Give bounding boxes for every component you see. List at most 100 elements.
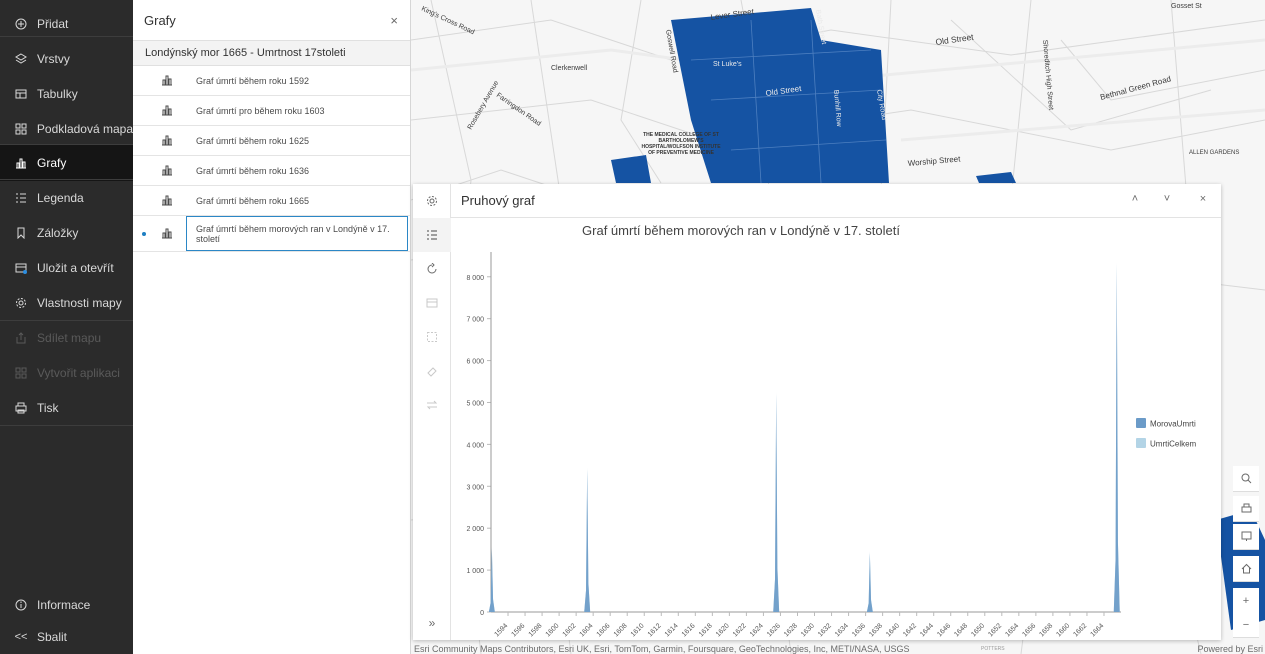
x-tick-label: 1636: [851, 622, 867, 638]
collapse-up-button[interactable]: ˄: [1127, 193, 1143, 209]
nav-item-basemap[interactable]: Podkladová mapa: [0, 111, 133, 147]
x-tick-label: 1658: [1038, 622, 1054, 638]
area-peak-MorovaUmrti: [584, 469, 591, 612]
refresh-icon[interactable]: [413, 252, 451, 286]
x-tick-label: 1630: [800, 622, 816, 638]
nav-item-label: Přidat: [37, 17, 69, 31]
map-label: Clerkenwell: [551, 65, 588, 72]
chart-list-item[interactable]: Graf úmrtí během roku 1636: [133, 156, 410, 186]
x-tick-label: 1646: [936, 622, 952, 638]
nav-item-label: Vrstvy: [37, 52, 70, 66]
bar-chart-icon: [161, 74, 173, 88]
chart-settings-gear-icon[interactable]: [413, 184, 451, 218]
nav-item-chart[interactable]: Grafy: [0, 145, 133, 181]
zoom-in-button[interactable]: +: [1233, 588, 1259, 614]
close-icon[interactable]: ×: [390, 13, 398, 28]
nav-item-apps: Vytvořit aplikaci: [0, 355, 133, 391]
map-label: ALLEN GARDENS: [1189, 150, 1239, 156]
map-label: Bethnal Green Road: [1099, 74, 1172, 102]
nav-item-print[interactable]: Tisk: [0, 390, 133, 426]
table-icon: [14, 87, 28, 101]
nav-item-label: Legenda: [37, 191, 84, 205]
search-icon[interactable]: [1233, 466, 1259, 492]
y-tick-label: 7 000: [466, 317, 484, 324]
nav-item-label: Tabulky: [37, 87, 78, 101]
chart-list-item[interactable]: Graf úmrtí během roku 1592: [133, 66, 410, 96]
nav-item-legend[interactable]: Legenda: [0, 180, 133, 216]
powered-by-esri[interactable]: Powered by Esri: [1197, 644, 1263, 654]
map-label: Old Street: [935, 32, 975, 47]
print-icon: [14, 401, 28, 415]
chart-list-item[interactable]: Graf úmrtí během roku 1665: [133, 186, 410, 216]
y-tick-label: 3 000: [466, 484, 484, 491]
y-tick-label: 5 000: [466, 400, 484, 407]
chart-window-header: Pruhový graf: [451, 184, 1221, 218]
apps-icon: [14, 366, 28, 380]
charts-panel: Grafy × Londýnský mor 1665 - Umrtnost 17…: [133, 0, 411, 654]
chart-area[interactable]: Graf úmrtí během morových ran v Londýně …: [451, 218, 1221, 640]
nav-footer-collapse[interactable]: << Sbalit: [0, 619, 133, 654]
chart-list-icon[interactable]: [413, 218, 451, 252]
chart-list-item[interactable]: Graf úmrtí pro během roku 1603: [133, 96, 410, 126]
chart-close-button[interactable]: ×: [1195, 193, 1211, 209]
x-tick-label: 1612: [647, 622, 663, 638]
x-tick-label: 1654: [1004, 622, 1020, 638]
x-tick-label: 1598: [528, 622, 544, 638]
x-tick-label: 1640: [885, 622, 901, 638]
collapse-icon: <<: [14, 631, 28, 643]
map-attribution[interactable]: Esri Community Maps Contributors, Esri U…: [414, 644, 910, 654]
x-tick-label: 1614: [664, 622, 680, 638]
area-peak-MorovaUmrti: [1113, 264, 1120, 612]
chart-list-item[interactable]: Graf úmrtí během morových ran v Londýně …: [133, 216, 410, 252]
home-icon[interactable]: [1233, 556, 1259, 582]
x-tick-label: 1626: [766, 622, 782, 638]
nav-item-save[interactable]: Uložit a otevřít: [0, 250, 133, 286]
x-tick-label: 1650: [970, 622, 986, 638]
eraser-icon: [413, 354, 451, 388]
nav-item-bookmark[interactable]: Záložky: [0, 215, 133, 251]
area-peak-MorovaUmrti: [866, 553, 873, 612]
expand-toolbar-button[interactable]: »: [413, 606, 451, 640]
x-tick-label: 1610: [630, 622, 646, 638]
gear-icon: [14, 296, 28, 310]
map-label: POTTERS: [981, 646, 1005, 652]
zoom-out-button[interactable]: −: [1233, 612, 1259, 638]
x-tick-label: 1652: [987, 622, 1003, 638]
nav-item-label: Uložit a otevřít: [37, 261, 114, 275]
nav-footer-label: Informace: [37, 598, 91, 612]
side-navigation: Přidat Vrstvy Tabulky Podkladová mapa Grafy L…: [0, 0, 133, 654]
table-view-icon: [413, 286, 451, 320]
collapse-down-button[interactable]: ˅: [1159, 193, 1175, 209]
nav-footer-label: Sbalit: [37, 630, 68, 644]
nav-item-gear[interactable]: Vlastnosti mapy: [0, 285, 133, 321]
print-map-icon[interactable]: [1233, 496, 1259, 522]
chart-icon: [14, 156, 28, 170]
y-tick-label: 6 000: [466, 359, 484, 366]
x-tick-label: 1618: [698, 622, 714, 638]
nav-divider: [0, 36, 133, 37]
x-tick-label: 1624: [749, 622, 765, 638]
bar-chart-icon: [161, 194, 173, 208]
selected-dot: [142, 231, 146, 236]
nav-item-table[interactable]: Tabulky: [0, 76, 133, 112]
nav-item-share: Sdílet mapu: [0, 320, 133, 356]
chart-window-title: Pruhový graf: [461, 193, 535, 208]
nav-item-layers[interactable]: Vrstvy: [0, 41, 133, 77]
x-tick-label: 1648: [953, 622, 969, 638]
chart-window: » Pruhový graf ˄ ˅ × Graf úmrtí během mo…: [413, 184, 1221, 640]
chart-list-item[interactable]: Graf úmrtí během roku 1625: [133, 126, 410, 156]
x-tick-label: 1606: [596, 622, 612, 638]
nav-footer-info[interactable]: Informace: [0, 587, 133, 623]
layers-icon: [14, 52, 28, 66]
x-axis: 1594 1596 1598 1600 1602 1604 1606 1608 1610 1612…: [493, 612, 1105, 638]
y-tick-label: 8 000: [466, 275, 484, 282]
screen-icon[interactable]: [1233, 524, 1259, 550]
legend-swatch: [1136, 418, 1146, 428]
map-label: Gosset St: [1171, 3, 1202, 10]
x-tick-label: 1664: [1089, 622, 1105, 638]
nav-divider: [0, 179, 133, 180]
bar-chart-icon: [161, 227, 173, 241]
plus-circle-icon: [14, 17, 28, 31]
bar-chart-icon: [161, 104, 173, 118]
x-tick-label: 1594: [493, 622, 509, 638]
